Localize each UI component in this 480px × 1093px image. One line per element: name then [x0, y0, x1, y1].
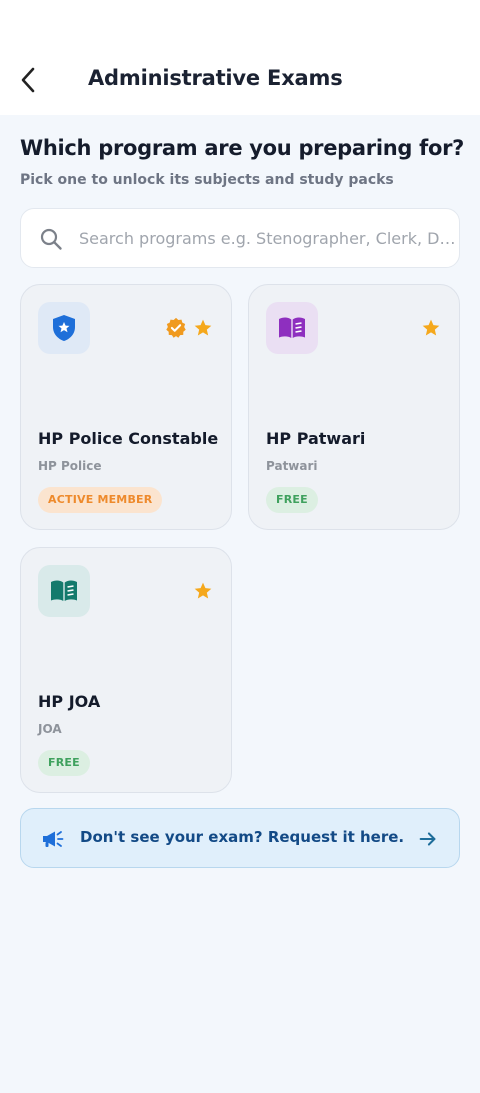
- status-badge: FREE: [38, 750, 90, 776]
- book-open-icon: [51, 580, 77, 601]
- status-badge: FREE: [266, 487, 318, 513]
- request-exam-label: Don't see your exam? Request it here.: [80, 828, 405, 846]
- program-card-hp-police-constable[interactable]: HP Police Constable HP Police ACTIVE MEM…: [20, 284, 232, 530]
- program-category: Patwari: [266, 459, 318, 473]
- favorite-star-icon[interactable]: [193, 318, 213, 338]
- request-exam-button[interactable]: Don't see your exam? Request it here.: [20, 808, 460, 868]
- shield-star-icon: [53, 315, 75, 341]
- search-icon: [40, 228, 62, 250]
- back-button[interactable]: [12, 62, 44, 98]
- program-card-hp-patwari[interactable]: HP Patwari Patwari FREE: [248, 284, 460, 530]
- program-icon-box: [38, 302, 90, 354]
- chevron-left-icon[interactable]: [18, 66, 38, 94]
- section-subheading: Pick one to unlock its subjects and stud…: [20, 172, 394, 188]
- book-open-icon: [279, 317, 305, 338]
- program-title: HP JOA: [38, 692, 101, 711]
- page-title: Administrative Exams: [88, 66, 343, 90]
- favorite-star-icon[interactable]: [193, 581, 213, 601]
- program-title: HP Patwari: [266, 429, 366, 448]
- status-badge: ACTIVE MEMBER: [38, 487, 163, 513]
- arrow-right-icon: [419, 832, 436, 846]
- top-bar: Administrative Exams: [0, 0, 480, 115]
- program-card-hp-joa[interactable]: HP JOA JOA FREE: [20, 547, 232, 793]
- verified-badge-icon: [166, 317, 186, 338]
- section-heading: Which program are you preparing for?: [20, 136, 465, 160]
- program-category: HP Police: [38, 459, 102, 473]
- favorite-star-icon[interactable]: [421, 318, 441, 338]
- program-title: HP Police Constable: [38, 429, 219, 448]
- search-input[interactable]: [79, 209, 459, 267]
- search-bar[interactable]: [20, 208, 460, 268]
- megaphone-icon: [43, 831, 64, 847]
- program-category: JOA: [38, 722, 62, 736]
- program-icon-box: [266, 302, 318, 354]
- program-icon-box: [38, 565, 90, 617]
